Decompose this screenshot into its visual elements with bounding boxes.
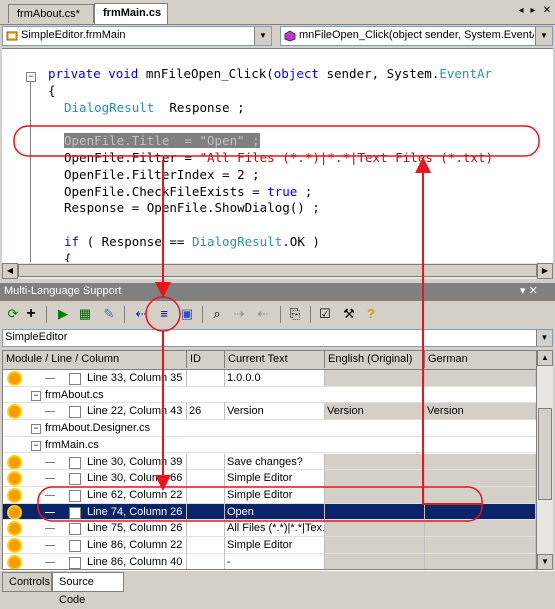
highlight-ring-code (13, 125, 540, 157)
highlight-ring-button (145, 296, 181, 332)
highlight-ring-row (37, 486, 483, 522)
annotation-overlay (13, 125, 540, 522)
arrow-row-to-code (415, 157, 482, 505)
